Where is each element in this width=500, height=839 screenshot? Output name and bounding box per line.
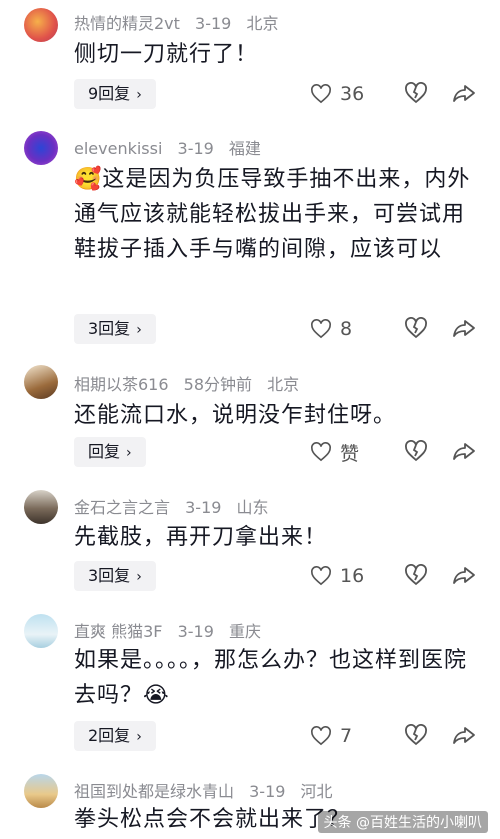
- reply-count: 3回复: [88, 566, 131, 585]
- watermark: 头条 @百姓生活的小喇叭: [317, 811, 488, 833]
- broken-heart-icon: [405, 724, 427, 746]
- dislike-button[interactable]: [404, 724, 428, 748]
- share-icon: [453, 85, 475, 102]
- username[interactable]: 祖国到处都是绿水青山: [74, 782, 234, 801]
- dislike-button[interactable]: [404, 564, 428, 588]
- heart-icon: [311, 84, 331, 104]
- share-button[interactable]: [452, 317, 476, 341]
- avatar[interactable]: [24, 490, 58, 524]
- dislike-button[interactable]: [404, 440, 428, 464]
- comment-date: 3-19: [249, 782, 286, 801]
- username[interactable]: 金石之言之言: [74, 498, 170, 517]
- share-button[interactable]: [452, 724, 476, 748]
- like-button[interactable]: 36: [310, 83, 380, 105]
- comment-location: 山东: [236, 498, 269, 517]
- comment-text: 还能流口水，说明没乍封住呀。: [74, 403, 397, 428]
- comment-location: 重庆: [228, 622, 261, 641]
- comment-text: 侧切一刀就行了！: [74, 42, 259, 67]
- heart-icon: [311, 442, 331, 462]
- chevron-right-icon: ›: [126, 445, 132, 461]
- like-count: 赞: [340, 442, 360, 465]
- comment-date: 3-19: [177, 139, 214, 158]
- like-count: 8: [340, 318, 353, 340]
- username[interactable]: 热情的精灵2vt: [74, 14, 180, 33]
- heart-icon: [311, 726, 331, 746]
- chevron-right-icon: ›: [136, 322, 142, 338]
- share-button[interactable]: [452, 564, 476, 588]
- username[interactable]: 直爽 熊猫3F: [74, 622, 162, 641]
- like-button[interactable]: 8: [310, 318, 380, 340]
- comment-location: 福建: [228, 139, 261, 158]
- comment-location: 北京: [267, 375, 300, 394]
- comment-date: 58分钟前: [183, 375, 253, 394]
- dislike-button[interactable]: [404, 82, 428, 106]
- reply-count: 3回复: [88, 319, 131, 338]
- comment-text: 🥰这是因为负压导致手抽不出来，内外通气应该就能轻松拔出手来，可尝试用鞋拔子插入手…: [74, 167, 471, 262]
- broken-heart-icon: [405, 82, 427, 104]
- comment-actions: 16: [310, 561, 476, 591]
- avatar[interactable]: [24, 8, 58, 42]
- avatar[interactable]: [24, 365, 58, 399]
- comment-actions: 8: [310, 314, 476, 344]
- heart-icon: [311, 319, 331, 339]
- chevron-right-icon: ›: [136, 87, 142, 103]
- comment-date: 3-19: [185, 498, 222, 517]
- share-icon: [453, 727, 475, 744]
- chevron-right-icon: ›: [136, 729, 142, 745]
- reply-count: 9回复: [88, 84, 131, 103]
- broken-heart-icon: [405, 564, 427, 586]
- comment-meta: 直爽 熊猫3F 3-19 重庆: [74, 618, 271, 642]
- reply-count: 回复: [88, 442, 121, 461]
- comment-text: 先截肢，再开刀拿出来！: [74, 525, 328, 550]
- comment-meta: 热情的精灵2vt 3-19 北京: [74, 10, 288, 34]
- chevron-right-icon: ›: [136, 569, 142, 585]
- avatar[interactable]: [24, 774, 58, 808]
- like-count: 7: [340, 725, 353, 747]
- comment-actions: 7: [310, 721, 476, 751]
- like-button[interactable]: 7: [310, 725, 380, 747]
- heart-icon: [311, 566, 331, 586]
- comment-location: 河北: [300, 782, 333, 801]
- emoji: 🥰: [74, 167, 103, 192]
- dislike-button[interactable]: [404, 317, 428, 341]
- emoji: 😭: [143, 683, 170, 708]
- comment-date: 3-19: [195, 14, 232, 33]
- broken-heart-icon: [405, 317, 427, 339]
- share-icon: [453, 320, 475, 337]
- comment-meta: 祖国到处都是绿水青山 3-19 河北: [74, 778, 343, 802]
- share-button[interactable]: [452, 440, 476, 464]
- view-replies-button[interactable]: 3回复 ›: [74, 561, 156, 591]
- like-count: 16: [340, 565, 365, 587]
- share-icon: [453, 567, 475, 584]
- comment-meta: 金石之言之言 3-19 山东: [74, 494, 279, 518]
- comment-actions: 36: [310, 79, 476, 109]
- username[interactable]: 相期以茶616: [74, 375, 169, 394]
- like-button[interactable]: 赞: [310, 439, 380, 466]
- comment-meta: elevenkissi 3-19 福建: [74, 135, 271, 159]
- comment-date: 3-19: [177, 622, 214, 641]
- reply-count: 2回复: [88, 726, 131, 745]
- avatar[interactable]: [24, 131, 58, 165]
- comment-actions: 赞: [310, 437, 476, 467]
- username[interactable]: elevenkissi: [74, 139, 162, 158]
- broken-heart-icon: [405, 440, 427, 462]
- comment-location: 北京: [246, 14, 279, 33]
- comment-meta: 相期以茶616 58分钟前 北京: [74, 371, 309, 395]
- share-button[interactable]: [452, 82, 476, 106]
- view-replies-button[interactable]: 9回复 ›: [74, 79, 156, 109]
- like-button[interactable]: 16: [310, 565, 380, 587]
- like-count: 36: [340, 83, 365, 105]
- avatar[interactable]: [24, 614, 58, 648]
- view-replies-button[interactable]: 2回复 ›: [74, 721, 156, 751]
- view-replies-button[interactable]: 回复 ›: [74, 437, 146, 467]
- view-replies-button[interactable]: 3回复 ›: [74, 314, 156, 344]
- comment-text: 如果是。。。。，那怎么办？也这样到医院去吗？😭: [74, 648, 468, 708]
- share-icon: [453, 443, 475, 460]
